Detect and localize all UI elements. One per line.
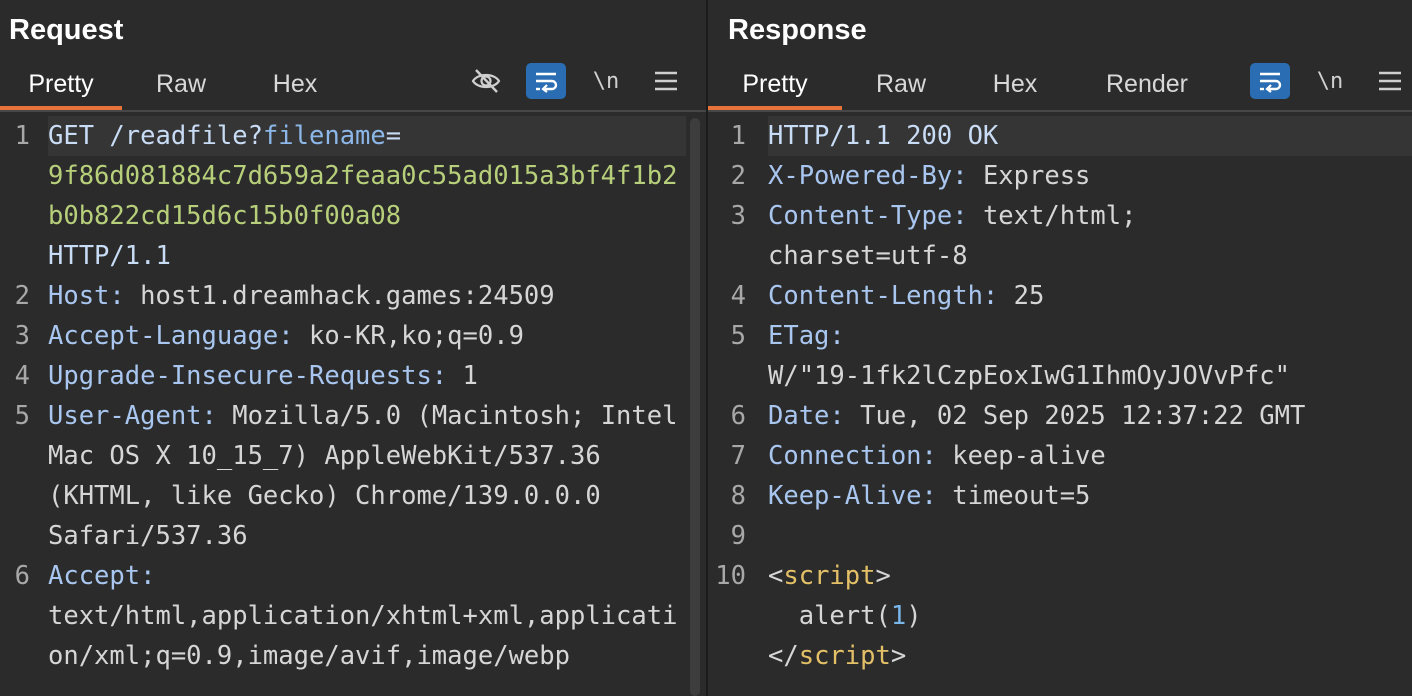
header-value: keep-alive [936, 441, 1106, 471]
request-scrollbar[interactable] [690, 118, 700, 696]
response-line-5: 5 ETag: W/"19-1fk2lCzpEoxIwG1IhmOyJOVvPfc… [708, 316, 1412, 396]
line-number: 5 [730, 321, 746, 351]
script-call: alert( [768, 601, 891, 631]
hamburger-menu-icon[interactable] [646, 63, 686, 99]
request-line-6: 6 Accept: text/html,application/xhtml+xml… [0, 556, 706, 676]
header-value: host1.dreamhack.games:24509 [124, 281, 555, 311]
etag-value: W/"19-1fk2lCzpEoxIwG1IhmOyJOVvPfc" [768, 361, 1290, 391]
request-line-4: 4 Upgrade-Insecure-Requests: 1 [0, 356, 706, 396]
line-number: 2 [730, 161, 746, 191]
line-number: 4 [14, 361, 30, 391]
line-number: 6 [14, 561, 30, 591]
line-number: 1 [730, 121, 746, 151]
line-number: 3 [730, 201, 746, 231]
line-number: 10 [715, 561, 746, 591]
http-version: HTTP/1.1 [48, 241, 171, 271]
response-tabbar: Pretty Raw Hex Render \n [708, 58, 1412, 112]
header-value-cont: charset=utf-8 [768, 241, 968, 271]
header-value: timeout=5 [936, 481, 1091, 511]
response-line-2: 2 X-Powered-By: Express [708, 156, 1412, 196]
script-call-end: ) [906, 601, 922, 631]
header-name: Content-Length: [768, 281, 999, 311]
tag-bracket: > [875, 561, 891, 591]
request-tabbar: Pretty Raw Hex \n [0, 58, 706, 112]
line-number: 2 [14, 281, 30, 311]
request-line-1: 1 GET /readfile?filename= [0, 116, 706, 156]
tag-name: script [783, 561, 876, 591]
header-value: 1 [447, 361, 478, 391]
request-line-3: 3 Accept-Language: ko-KR,ko;q=0.9 [0, 316, 706, 356]
response-line-8: 8 Keep-Alive: timeout=5 [708, 476, 1412, 516]
tab-hex[interactable]: Hex [240, 58, 350, 108]
request-line-2: 2 Host: host1.dreamhack.games:24509 [0, 276, 706, 316]
script-arg: 1 [890, 601, 907, 631]
header-name: Upgrade-Insecure-Requests: [48, 361, 448, 391]
tab-hex[interactable]: Hex [960, 58, 1070, 108]
tab-raw[interactable]: Raw [842, 58, 960, 108]
tab-pretty[interactable]: Pretty [0, 58, 122, 110]
header-name: ETag: [768, 321, 845, 351]
eye-slash-icon[interactable] [466, 63, 506, 99]
line-number: 3 [14, 321, 30, 351]
response-line-9: 9 [708, 516, 1412, 556]
tag-bracket: </ [768, 641, 799, 671]
response-line-10: 10 <script> alert(1) </script> [708, 556, 1412, 676]
response-editor[interactable]: 1 HTTP/1.1 200 OK 2 X-Powered-By: Expres… [708, 112, 1412, 696]
tab-render[interactable]: Render [1080, 58, 1214, 108]
header-value: 25 [998, 281, 1045, 311]
header-name: Accept: [48, 561, 156, 591]
tab-raw[interactable]: Raw [122, 58, 240, 108]
line-number: 8 [730, 481, 746, 511]
newline-toggle[interactable]: \n [586, 63, 626, 99]
header-name: Keep-Alive: [768, 481, 937, 511]
header-value: text/html,application/xhtml+xml,applicat… [48, 601, 678, 671]
request-editor[interactable]: 1 GET /readfile?filename= 9f86d081884c7d… [0, 112, 706, 696]
request-line-5: 5 User-Agent: Mozilla/5.0 (Macintosh; In… [0, 396, 706, 556]
header-name: Date: [768, 401, 845, 431]
header-name: Connection: [768, 441, 937, 471]
response-line-1: 1 HTTP/1.1 200 OK [708, 116, 1412, 156]
tag-name: script [798, 641, 891, 671]
request-panel: Request Pretty Raw Hex \n 1 GET /readfil… [0, 0, 706, 696]
wrap-lines-icon[interactable] [526, 63, 566, 99]
response-title: Response [728, 14, 867, 46]
request-line-1-cont: 9f86d081884c7d659a2feaa0c55ad015a3bf4f1b… [0, 156, 706, 276]
newline-toggle[interactable]: \n [1310, 63, 1350, 99]
response-line-4: 4 Content-Length: 25 [708, 276, 1412, 316]
request-title: Request [9, 14, 124, 46]
query-equals: = [385, 121, 402, 151]
response-line-6: 6 Date: Tue, 02 Sep 2025 12:37:22 GMT [708, 396, 1412, 436]
tag-bracket: < [768, 561, 784, 591]
line-number: 7 [730, 441, 746, 471]
header-name: Accept-Language: [48, 321, 294, 351]
response-line-7: 7 Connection: keep-alive [708, 436, 1412, 476]
tag-bracket: > [890, 641, 907, 671]
query-param-value: 9f86d081884c7d659a2feaa0c55ad015a3bf4f1b… [48, 161, 678, 231]
header-name: Host: [48, 281, 125, 311]
line-number: 9 [730, 521, 746, 551]
header-value: Express [967, 161, 1091, 191]
query-param-name: filename [262, 121, 386, 151]
line-number: 5 [14, 401, 30, 431]
request-method-path: GET /readfile? [48, 121, 263, 151]
header-value: ko-KR,ko;q=0.9 [293, 321, 524, 351]
tab-pretty[interactable]: Pretty [708, 58, 842, 110]
response-panel: Response Pretty Raw Hex Render \n 1 HTTP… [708, 0, 1412, 696]
line-number: 4 [730, 281, 746, 311]
header-name: Content-Type: [768, 201, 968, 231]
header-value: text/html; [967, 201, 1137, 231]
line-number: 6 [730, 401, 746, 431]
header-value: Tue, 02 Sep 2025 12:37:22 GMT [844, 401, 1306, 431]
wrap-lines-icon[interactable] [1250, 63, 1290, 99]
header-name: User-Agent: [48, 401, 217, 431]
line-number: 1 [14, 121, 30, 151]
response-line-3: 3 Content-Type: text/html; charset=utf-8 [708, 196, 1412, 276]
hamburger-menu-icon[interactable] [1370, 63, 1410, 99]
header-name: X-Powered-By: [768, 161, 968, 191]
status-line: HTTP/1.1 200 OK [768, 121, 999, 151]
